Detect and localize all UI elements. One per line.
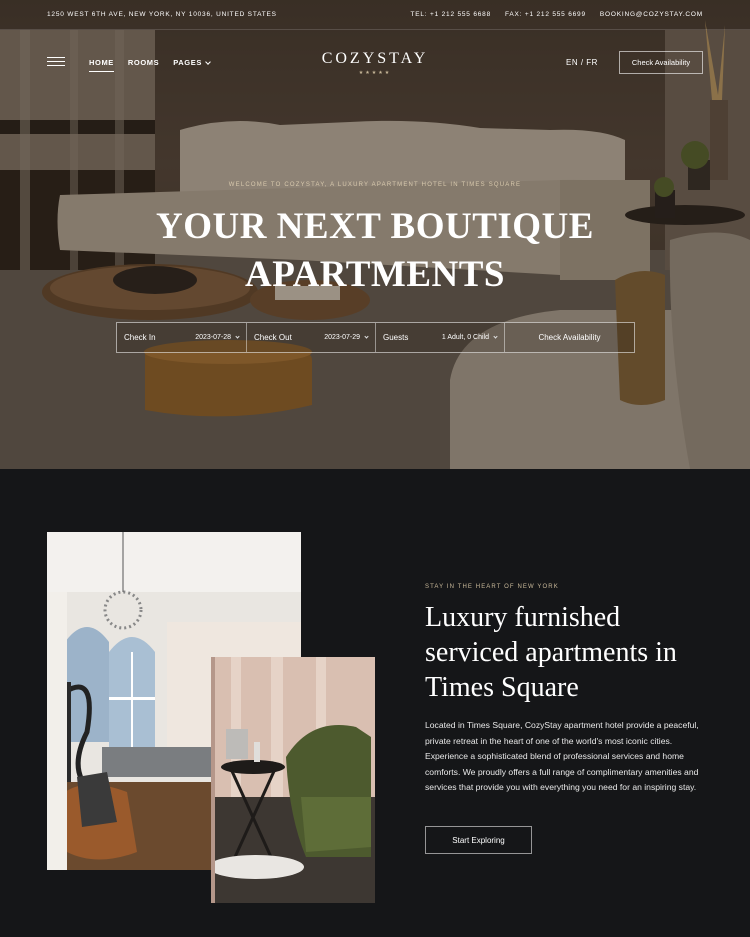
fax-text: Fax: +1 212 555 6699 (504, 11, 586, 18)
hero-title-line-2: Apartments (245, 254, 505, 295)
check-in-field[interactable]: Check In 2023-07-28 (117, 323, 247, 352)
check-availability-header-button[interactable]: Check Availability (619, 51, 703, 74)
hero-title-line-1: Your Next Boutique (155, 206, 594, 247)
guests-label: Guests (383, 333, 409, 342)
top-info-bar: 1250 West 6th Ave, New York, NY 10036, U… (0, 0, 750, 30)
interior-photo-armchair (211, 657, 375, 903)
phone-link[interactable]: Tel: +1 212 555 6688 (410, 11, 491, 18)
main-navigation: Home Rooms Pages COZYSTAY ★★★★★ EN / FR … (0, 30, 750, 92)
section-kicker: Stay in the heart of New York (425, 584, 559, 590)
section-heading: Luxury furnished serviced apartments in … (425, 602, 677, 703)
check-in-value: 2023-07-28 (195, 334, 231, 341)
guests-field[interactable]: Guests 1 Adult, 0 Child (376, 323, 505, 352)
hero-eyebrow: Welcome to CozyStay, a luxury apartment … (228, 182, 522, 188)
check-availability-button[interactable]: Check Availability (505, 323, 634, 352)
chevron-down-icon (493, 334, 498, 339)
start-exploring-button[interactable]: Start Exploring (425, 826, 532, 854)
hero-title: Your Next Boutique Apartments (0, 203, 750, 299)
check-in-label: Check In (124, 333, 156, 342)
language-switcher[interactable]: EN / FR (566, 58, 598, 67)
guests-value: 1 Adult, 0 Child (441, 334, 489, 341)
chevron-down-icon (364, 334, 369, 339)
check-out-label: Check Out (254, 333, 292, 342)
email-link[interactable]: booking@cozystay.com (600, 11, 703, 18)
contact-info: Tel: +1 212 555 6688 Fax: +1 212 555 669… (410, 11, 703, 18)
check-out-field[interactable]: Check Out 2023-07-29 (247, 323, 376, 352)
booking-form: Check In 2023-07-28 Check Out 2023-07-29… (116, 322, 635, 353)
section-description: Located in Times Square, CozyStay apartm… (425, 720, 699, 792)
chevron-down-icon (235, 334, 240, 339)
hero-section: 1250 West 6th Ave, New York, NY 10036, U… (0, 0, 750, 469)
address-text: 1250 West 6th Ave, New York, NY 10036, U… (47, 11, 277, 18)
check-out-value: 2023-07-29 (324, 334, 360, 341)
about-section: Stay in the heart of New York Luxury fur… (0, 469, 750, 937)
